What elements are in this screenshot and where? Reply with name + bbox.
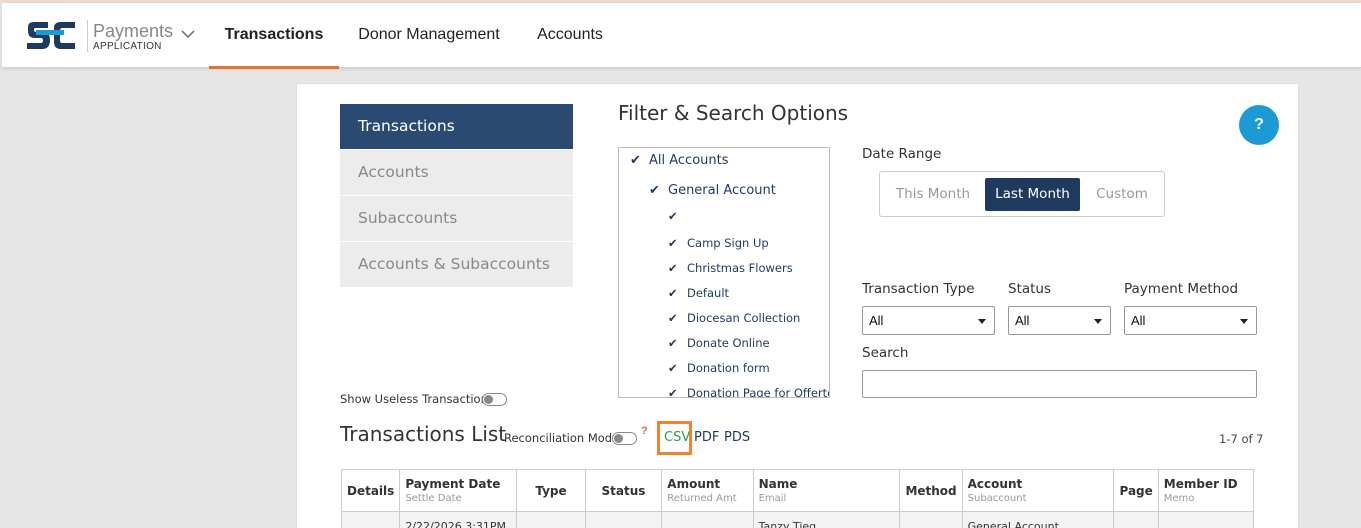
sidebar-item-transactions[interactable]: Transactions xyxy=(340,104,573,150)
checkmark-icon: ✔ xyxy=(668,236,678,250)
date-range-last-month[interactable]: Last Month xyxy=(985,178,1080,211)
export-pdf-link[interactable]: PDF xyxy=(694,430,719,445)
status-select[interactable]: All xyxy=(1008,306,1111,335)
help-button[interactable]: ? xyxy=(1239,105,1279,145)
caret-down-icon xyxy=(978,319,986,324)
account-item-general[interactable]: ✔ General Account xyxy=(649,183,776,198)
export-pds-link[interactable]: PDS xyxy=(724,430,750,445)
checkmark-icon: ✔ xyxy=(668,386,678,398)
sidebar-item-accounts[interactable]: Accounts xyxy=(340,150,573,196)
account-label: Donate Online xyxy=(687,336,770,350)
transactions-list-title: Transactions List xyxy=(340,422,507,446)
date-range-this-month[interactable]: This Month xyxy=(886,178,980,211)
account-label: Camp Sign Up xyxy=(687,236,769,250)
account-label: Donation Page for Offertory xyxy=(687,386,830,398)
account-label: General Account xyxy=(668,183,776,198)
account-tree[interactable]: ✔ All Accounts ✔ General Account ✔ ✔ Camp S… xyxy=(618,147,830,398)
checkmark-icon: ✔ xyxy=(668,336,678,350)
cell-status xyxy=(584,511,663,528)
cell-account: General Account xyxy=(961,511,1115,528)
payment-method-value: All xyxy=(1131,313,1146,328)
account-label: Diocesan Collection xyxy=(687,311,801,325)
status-value: All xyxy=(1015,313,1030,328)
table-row[interactable]: 2/22/2026 3:31PM Tanzy Tieg General Acco… xyxy=(340,511,1255,528)
col-name[interactable]: Name Email xyxy=(752,469,901,512)
cell-name: Tanzy Tieg xyxy=(752,511,901,528)
caret-down-icon xyxy=(1094,319,1102,324)
tab-transactions[interactable]: Transactions xyxy=(209,3,339,69)
col-member-id[interactable]: Member ID Memo xyxy=(1157,469,1255,512)
account-label: Christmas Flowers xyxy=(687,261,793,275)
payment-method-select[interactable]: All xyxy=(1124,306,1257,335)
payment-method-label: Payment Method xyxy=(1124,281,1239,297)
date-range-selector: This Month Last Month Custom xyxy=(879,171,1165,217)
checkmark-icon: ✔ xyxy=(668,261,678,275)
cell-type xyxy=(516,511,586,528)
cell-member-id xyxy=(1157,511,1255,528)
account-item-diocesan-collection[interactable]: ✔ Diocesan Collection xyxy=(668,311,800,325)
sc-logo-icon[interactable] xyxy=(24,19,78,53)
sidebar-item-accounts-subaccounts[interactable]: Accounts & Subaccounts xyxy=(340,242,573,288)
col-type[interactable]: Type xyxy=(516,469,586,512)
brand-subtitle: APPLICATION xyxy=(93,41,162,52)
sidebar-item-subaccounts[interactable]: Subaccounts xyxy=(340,196,573,242)
date-range-custom[interactable]: Custom xyxy=(1085,178,1159,211)
col-method[interactable]: Method xyxy=(899,469,963,512)
col-amount[interactable]: Amount Returned Amt xyxy=(661,469,754,512)
tab-accounts[interactable]: Accounts xyxy=(530,3,610,68)
show-useless-label: Show Useless Transactions xyxy=(340,392,494,406)
date-range-label: Date Range xyxy=(862,146,942,162)
search-input[interactable] xyxy=(862,370,1257,398)
brand-divider xyxy=(87,20,88,52)
cell-payment-date: 2/22/2026 3:31PM xyxy=(399,511,518,528)
account-item-donate-online[interactable]: ✔ Donate Online xyxy=(668,336,770,350)
account-item-christmas-flowers[interactable]: ✔ Christmas Flowers xyxy=(668,261,793,275)
account-label: Donation form xyxy=(687,361,770,375)
account-item-all[interactable]: ✔ All Accounts xyxy=(630,153,729,168)
account-label: Default xyxy=(687,286,730,300)
col-status[interactable]: Status xyxy=(584,469,663,512)
checkmark-icon: ✔ xyxy=(668,209,678,223)
transactions-table: Details Payment Date Settle Date Type Sta… xyxy=(340,469,1255,528)
filter-title: Filter & Search Options xyxy=(618,101,849,125)
table-header-row: Details Payment Date Settle Date Type Sta… xyxy=(340,469,1255,512)
col-payment-date[interactable]: Payment Date Settle Date xyxy=(399,469,518,512)
cell-page xyxy=(1113,511,1159,528)
cell-details[interactable] xyxy=(340,511,401,528)
reconciliation-mode-label: Reconciliation Mode xyxy=(504,431,620,445)
account-label: All Accounts xyxy=(649,153,729,168)
col-details[interactable]: Details xyxy=(340,469,401,512)
transaction-type-label: Transaction Type xyxy=(862,281,975,297)
top-navigation-bar: Payments APPLICATION Transactions Donor … xyxy=(2,3,1361,69)
caret-down-icon xyxy=(1240,319,1248,324)
brand-name[interactable]: Payments xyxy=(93,21,173,42)
reconciliation-mode-toggle[interactable] xyxy=(612,432,637,445)
status-label: Status xyxy=(1008,281,1052,297)
view-sidebar: Transactions Accounts Subaccounts Accoun… xyxy=(340,104,573,288)
search-label: Search xyxy=(862,345,909,361)
cell-amount xyxy=(661,511,754,528)
show-useless-toggle[interactable] xyxy=(482,393,507,406)
reconciliation-help-icon[interactable]: ? xyxy=(641,425,648,437)
export-csv-link[interactable]: CSV xyxy=(664,430,690,445)
checkmark-icon: ✔ xyxy=(668,286,678,300)
account-item-camp-sign-up[interactable]: ✔ Camp Sign Up xyxy=(668,236,769,250)
checkmark-icon: ✔ xyxy=(668,311,678,325)
checkmark-icon: ✔ xyxy=(630,153,641,168)
result-count: 1-7 of 7 xyxy=(1219,432,1264,446)
account-item-blank[interactable]: ✔ xyxy=(668,209,687,223)
account-item-donation-form[interactable]: ✔ Donation form xyxy=(668,361,770,375)
checkmark-icon: ✔ xyxy=(649,183,660,198)
account-item-donation-page-offertory[interactable]: ✔ Donation Page for Offertory xyxy=(668,386,830,398)
chevron-down-icon[interactable] xyxy=(180,29,196,39)
checkmark-icon: ✔ xyxy=(668,361,678,375)
col-page[interactable]: Page xyxy=(1113,469,1159,512)
transaction-type-select[interactable]: All xyxy=(862,306,995,335)
transaction-type-value: All xyxy=(869,313,884,328)
cell-method xyxy=(899,511,963,528)
col-account[interactable]: Account Subaccount xyxy=(961,469,1115,512)
tab-donor-management[interactable]: Donor Management xyxy=(354,3,504,68)
account-item-default[interactable]: ✔ Default xyxy=(668,286,729,300)
